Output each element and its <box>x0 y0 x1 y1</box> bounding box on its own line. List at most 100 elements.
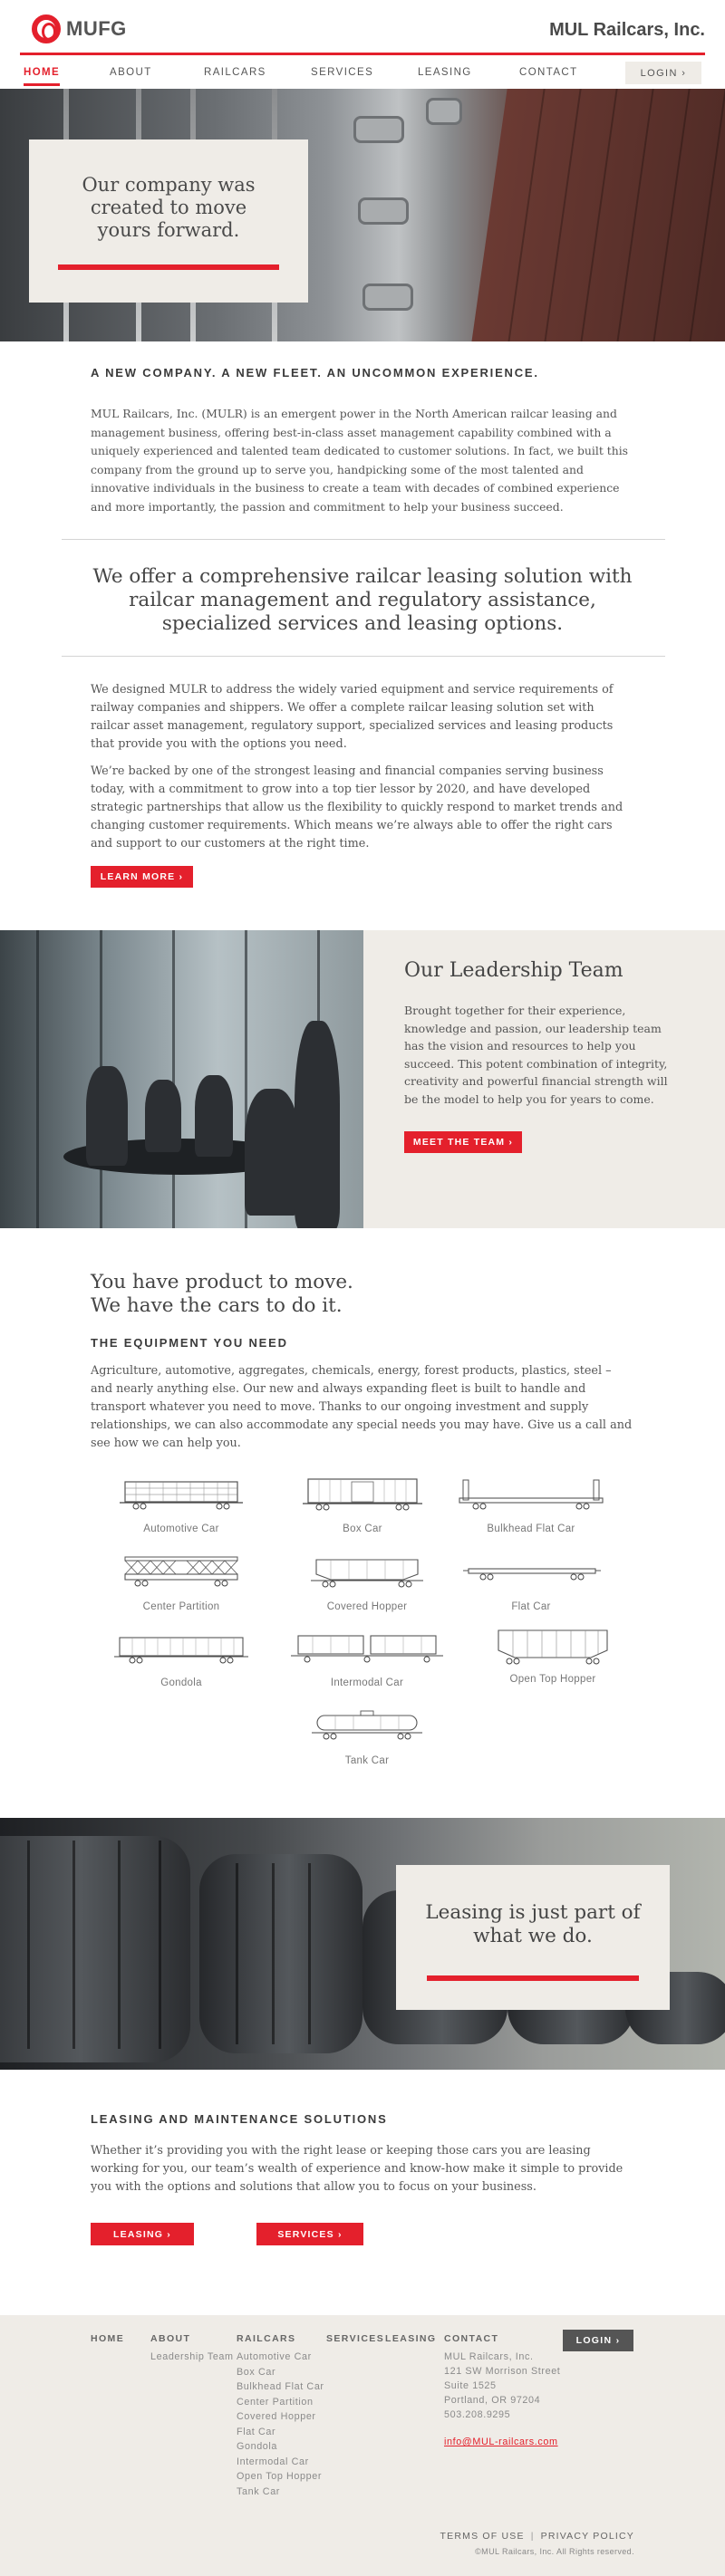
railcar-flat-car[interactable]: Flat Car <box>440 1554 622 1612</box>
solutions-heading: LEASING AND MAINTENANCE SOLUTIONS <box>91 2112 388 2126</box>
tank-car-icon <box>312 1710 422 1740</box>
hero-accent-bar <box>58 264 279 270</box>
railcar-intermodal-car[interactable]: Intermodal Car <box>276 1630 458 1688</box>
footer-railcar-link[interactable]: Bulkhead Flat Car <box>237 2379 324 2395</box>
footer-col-services: SERVICES <box>326 2333 384 2350</box>
legal-links: TERMS OF USE | PRIVACY POLICY <box>440 2531 634 2542</box>
nav-leasing[interactable]: LEASING <box>418 62 472 83</box>
product-title-line-1: You have product to move. <box>91 1271 353 1293</box>
equipment-heading: THE EQUIPMENT YOU NEED <box>91 1336 288 1350</box>
footer-railcars-link[interactable]: RAILCARS <box>237 2333 324 2344</box>
footer-login-button[interactable]: LOGIN › <box>563 2330 633 2351</box>
nav-contact[interactable]: CONTACT <box>519 62 578 83</box>
site-footer: HOME ABOUT Leadership Team RAILCARS Auto… <box>0 2315 725 2576</box>
railcar-open-top-hopper[interactable]: Open Top Hopper <box>462 1627 643 1685</box>
railcar-box-car[interactable]: Box Car <box>272 1476 453 1534</box>
railcar-label: Tank Car <box>344 1755 390 1766</box>
footer-railcar-link[interactable]: Center Partition <box>237 2395 324 2410</box>
railcar-tank-car[interactable]: Tank Car <box>276 1708 458 1766</box>
divider <box>62 656 665 657</box>
product-title-line-2: We have the cars to do it. <box>91 1294 343 1317</box>
footer-col-about: ABOUT Leadership Team <box>150 2333 234 2365</box>
nav-services[interactable]: SERVICES <box>311 62 373 83</box>
hero-card: Our company was created to move yours fo… <box>29 139 308 303</box>
privacy-policy-link[interactable]: PRIVACY POLICY <box>541 2531 634 2542</box>
footer-about-link[interactable]: ABOUT <box>150 2333 234 2344</box>
solutions-section: LEASING AND MAINTENANCE SOLUTIONS Whethe… <box>91 2112 634 2196</box>
product-title: You have product to move. We have the ca… <box>91 1271 634 1318</box>
railcar-label: Flat Car <box>511 1601 551 1612</box>
footer-railcar-link[interactable]: Tank Car <box>237 2485 324 2500</box>
hero-title: Our company was created to move yours fo… <box>82 174 256 241</box>
intro-heading: A NEW COMPANY. A NEW FLEET. AN UNCOMMON … <box>91 366 539 380</box>
services-button[interactable]: SERVICES › <box>256 2223 363 2245</box>
footer-col-railcars: RAILCARS Automotive Car Box Car Bulkhead… <box>237 2333 324 2499</box>
footer-col-leasing: LEASING <box>385 2333 436 2350</box>
railcar-label: Box Car <box>343 1523 382 1534</box>
footer-col-home: HOME <box>91 2333 124 2350</box>
mufg-logo[interactable]: MUFG <box>32 14 127 43</box>
footer-contact-link[interactable]: CONTACT <box>444 2333 560 2344</box>
footer-railcar-link[interactable]: Covered Hopper <box>237 2409 324 2425</box>
railcar-covered-hopper[interactable]: Covered Hopper <box>276 1554 458 1612</box>
leadership-meeting-photo <box>0 930 363 1228</box>
footer-railcar-link[interactable]: Automotive Car <box>237 2350 324 2365</box>
contact-company: MUL Railcars, Inc. <box>444 2351 534 2362</box>
gondola-icon <box>114 1637 248 1664</box>
footer-railcar-link[interactable]: Gondola <box>237 2439 324 2455</box>
nav-about[interactable]: ABOUT <box>110 62 152 83</box>
railcar-label: Gondola <box>160 1677 202 1688</box>
meet-the-team-button[interactable]: MEET THE TEAM › <box>404 1131 522 1153</box>
railcar-bulkhead-flat-car[interactable]: Bulkhead Flat Car <box>440 1476 622 1534</box>
product-section: You have product to move. We have the ca… <box>91 1271 634 1453</box>
leasing-accent-bar <box>427 1975 639 1981</box>
automotive-car-icon <box>120 1481 243 1510</box>
learn-more-button[interactable]: LEARN MORE › <box>91 866 193 888</box>
equipment-body: Agriculture, automotive, aggregates, che… <box>91 1364 633 1450</box>
leasing-title: Leasing is just part of what we do. <box>425 1901 641 1947</box>
flat-car-icon <box>463 1568 601 1581</box>
footer-railcar-link[interactable]: Open Top Hopper <box>237 2469 324 2485</box>
mufg-logo-icon <box>32 14 61 43</box>
footer-services-link[interactable]: SERVICES <box>326 2333 384 2344</box>
center-partition-icon <box>124 1556 238 1587</box>
railcar-label: Center Partition <box>142 1601 220 1612</box>
footer-home-link[interactable]: HOME <box>91 2333 124 2344</box>
terms-of-use-link[interactable]: TERMS OF USE <box>440 2531 525 2542</box>
offer-statement: We offer a comprehensive railcar leasing… <box>92 565 633 635</box>
intermodal-car-icon <box>291 1635 443 1663</box>
footer-railcar-link[interactable]: Box Car <box>237 2365 324 2380</box>
login-button[interactable]: LOGIN › <box>625 62 701 84</box>
box-car-icon <box>303 1478 422 1511</box>
railcar-center-partition[interactable]: Center Partition <box>91 1554 272 1612</box>
railcar-label: Bulkhead Flat Car <box>487 1523 575 1534</box>
leasing-card: Leasing is just part of what we do. <box>396 1865 670 2010</box>
footer-col-contact: CONTACT MUL Railcars, Inc. 121 SW Morris… <box>444 2333 560 2447</box>
leadership-text: Our Leadership Team Brought together for… <box>404 959 676 1108</box>
solutions-body: Whether it’s providing you with the righ… <box>91 2144 624 2194</box>
leasing-banner: Leasing is just part of what we do. <box>0 1818 725 2070</box>
leasing-button[interactable]: LEASING › <box>91 2223 194 2245</box>
divider <box>62 539 665 540</box>
about-section: We designed MULR to address the widely v… <box>91 681 634 853</box>
legal-separator: | <box>530 2531 535 2542</box>
copyright: ©MUL Railcars, Inc. All Rights reserved. <box>475 2547 634 2556</box>
contact-email-link[interactable]: info@MUL-railcars.com <box>444 2437 560 2447</box>
footer-leasing-link[interactable]: LEASING <box>385 2333 436 2344</box>
leadership-title: Our Leadership Team <box>404 959 624 982</box>
footer-railcar-link[interactable]: Intermodal Car <box>237 2455 324 2470</box>
intro-body: MUL Railcars, Inc. (MULR) is an emergent… <box>91 407 629 514</box>
covered-hopper-icon <box>311 1559 423 1588</box>
about-paragraph-2: We’re backed by one of the strongest lea… <box>91 764 624 851</box>
nav-railcars[interactable]: RAILCARS <box>204 62 266 83</box>
nav-home[interactable]: HOME <box>24 62 61 86</box>
footer-railcar-link[interactable]: Flat Car <box>237 2425 324 2440</box>
railcar-label: Intermodal Car <box>330 1677 404 1688</box>
bulkhead-flat-car-icon <box>459 1479 604 1510</box>
railcar-gondola[interactable]: Gondola <box>91 1630 272 1688</box>
contact-suite: Suite 1525 <box>444 2380 497 2391</box>
contact-city: Portland, OR 97204 <box>444 2395 541 2406</box>
footer-leadership-link[interactable]: Leadership Team <box>150 2350 234 2365</box>
railcar-automotive-car[interactable]: Automotive Car <box>91 1476 272 1534</box>
railcar-label: Open Top Hopper <box>509 1674 596 1685</box>
